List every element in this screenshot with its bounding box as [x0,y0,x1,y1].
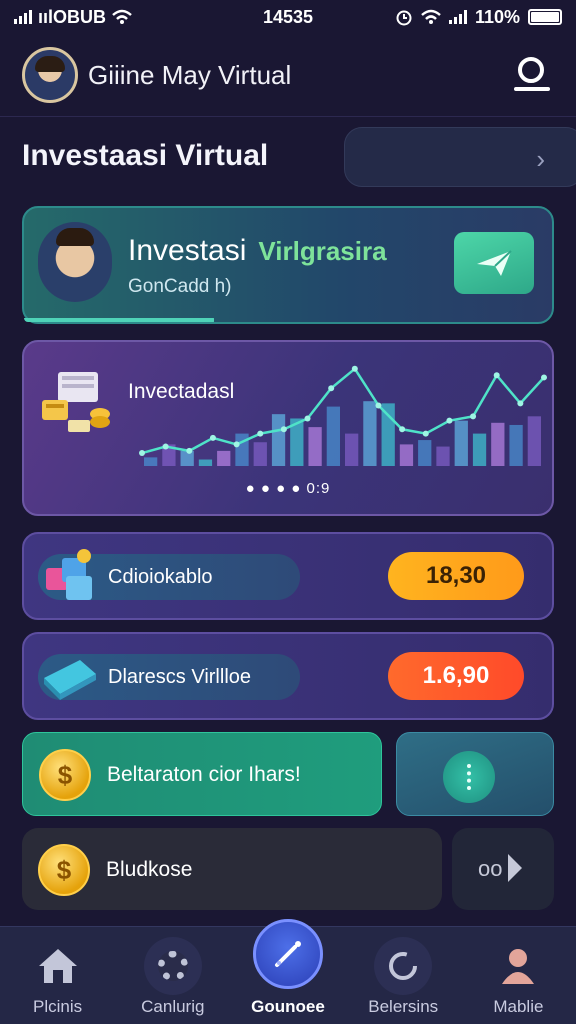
chart-bar [399,444,414,466]
chart-bar [308,427,322,466]
investor-avatar [38,222,112,302]
chart-point [162,443,169,450]
user-search-button[interactable] [510,53,554,97]
chart-bar [454,420,468,466]
nav-refresh[interactable]: Belersins [346,927,461,1024]
send-icon [477,250,512,276]
nav-label: Belersins [368,997,439,1016]
chart-bar [472,433,487,466]
user-icon [518,57,544,83]
chart-point [493,372,500,379]
chart-bar [418,440,432,466]
battery-icon [528,9,562,25]
list-item[interactable]: Dlarescs Virllloe 1.6,90 [22,632,554,720]
balance-label: Bludkose [106,858,193,881]
refresh-icon [374,937,433,995]
nav-create[interactable]: Gounoee [230,919,345,1024]
chart-bar [326,406,340,466]
nav-settings[interactable]: Canlurig [115,927,230,1024]
play-icon [508,854,522,882]
dollar-coin-icon: $ [38,844,90,896]
pen-icon [253,919,323,989]
chart-point [446,417,453,424]
chart-point [399,426,406,433]
hero-card[interactable]: Investasi Virlgrasira GonCadd h) [22,206,554,324]
nav-label: Gounoee [251,997,325,1016]
balance-card[interactable]: $ Bludkose [22,828,442,910]
chart-point [375,402,382,409]
hero-progress [24,318,215,322]
bottom-nav: Plcinis Canlurig Gounoee Belersins Mabli… [0,919,576,1024]
hero-subtitle: GonCadd h) [128,276,232,297]
chart-point [257,430,264,437]
chart-point [304,415,311,422]
promo-label: Beltaraton cior Ihars! [107,763,301,786]
profile-icon [489,937,547,995]
chart-bar [217,450,231,466]
chart-bar [253,442,267,466]
nav-label: Canlurig [141,997,205,1016]
nav-profile[interactable]: Mablie [461,927,576,1024]
info-icon[interactable] [443,751,495,803]
list-item[interactable]: Cdioiokablo 18,30 [22,532,554,620]
section-header: Investaasi Virtual › [0,116,576,188]
gear-icon [143,937,202,995]
ticket-icon [44,660,96,700]
chart-bar [345,433,359,466]
coins-icon [42,372,110,432]
row-value: 1.6,90 [388,652,524,700]
clock: 14535 [262,6,314,27]
hero-accent: Virlgrasira [258,236,387,266]
chart-bar [180,450,194,466]
chart-bar [198,459,213,466]
chart-bar [527,416,541,466]
chart-point [422,430,429,437]
chart-point [328,385,335,392]
home-icon [29,937,87,995]
blocks-icon [46,549,92,600]
chart-point [209,434,216,441]
growth-chart [139,365,547,466]
nav-label: Mablie [493,997,544,1016]
chart-point [541,374,547,381]
chart-bar [491,422,505,466]
row-value: 18,30 [388,552,524,600]
section-next-button[interactable]: › [344,127,576,187]
balance-next-button[interactable]: oo [452,828,554,910]
status-bar: ıılOBUB 14535 110% [0,0,576,34]
chart-point [233,441,240,448]
nav-label: Plcinis [33,997,83,1016]
promo-side-card[interactable] [396,732,554,816]
chart-bar [509,424,523,466]
avatar[interactable] [22,47,78,103]
chevron-right-icon: › [536,144,545,174]
chart-card[interactable]: Invectadasl ● ● ● ● 0:9 [22,340,554,516]
balance-side-text: oo [478,856,503,881]
chart-point [280,426,287,433]
chart-point [351,365,358,372]
hero-title: Investasi Virlgrasira [128,234,387,267]
chart-point [186,447,193,454]
hero-action-button[interactable] [454,232,534,294]
chart-bar [144,457,158,466]
chart-bar [436,446,450,466]
chart-point [517,400,524,407]
section-title: Investaasi Virtual [22,139,269,172]
chart-point [139,450,145,457]
promo-card[interactable]: $ Beltaraton cior Ihars! [22,732,382,816]
chart-point [470,413,477,420]
chart-indicator: ● ● ● ● 0:9 [245,480,331,497]
app-header: Giiine May Virtual [0,40,576,110]
chart-bar [381,403,395,466]
chart-bar [363,401,377,466]
app-title: Giiine May Virtual [88,59,292,90]
gold-coin-icon: $ [39,749,91,801]
nav-home[interactable]: Plcinis [0,927,115,1024]
chart-bar [271,414,286,466]
